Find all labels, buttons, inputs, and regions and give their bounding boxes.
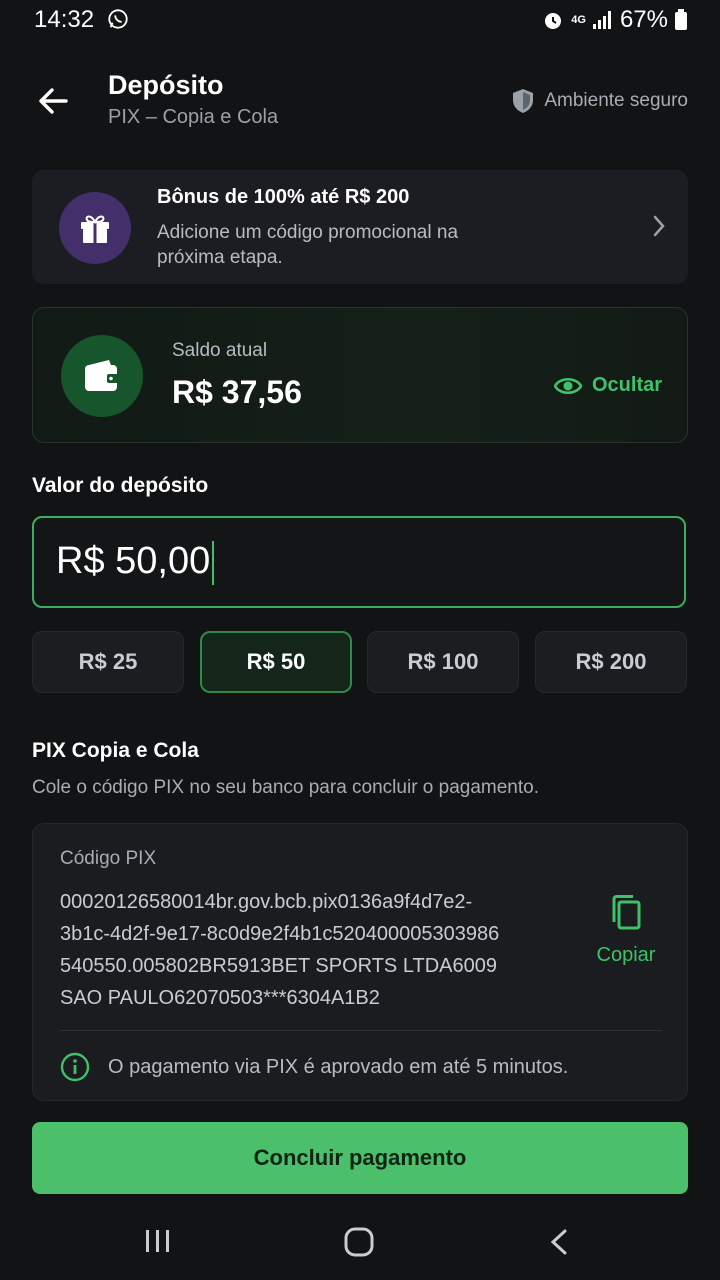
back-arrow-icon[interactable]	[34, 82, 72, 120]
balance-card: Saldo atual R$ 37,56 Ocultar	[32, 307, 688, 443]
pix-code-line: SAO PAULO62070503***6304A1B2	[60, 987, 380, 1009]
balance-label: Saldo atual	[172, 340, 268, 361]
signal-icon	[592, 11, 611, 29]
preset-chip-100[interactable]: R$ 100	[367, 631, 519, 693]
bonus-card[interactable]: Bônus de 100% até R$ 200 Adicione um cód…	[32, 170, 688, 284]
pix-code-text[interactable]: 00020126580014br.gov.bcb.pix0136a9f4d7e2…	[60, 886, 580, 1014]
deposit-amount-value: R$ 50,00	[56, 540, 215, 585]
secure-environment-badge: Ambiente seguro	[512, 88, 688, 114]
network-label: 4G	[571, 14, 586, 26]
pix-info-note: O pagamento via PIX é aprovado em até 5 …	[60, 1052, 568, 1082]
deposit-label: Valor do depósito	[32, 474, 209, 497]
deposit-amount-input[interactable]: R$ 50,00	[32, 516, 686, 608]
info-icon	[60, 1052, 90, 1082]
text-cursor	[212, 540, 215, 585]
copy-button[interactable]: Copiar	[581, 894, 671, 967]
gift-icon-circle	[59, 192, 131, 264]
balance-value: R$ 37,56	[172, 374, 302, 410]
copy-icon	[612, 895, 641, 930]
pix-section-description: Cole o código PIX no seu banco para conc…	[32, 777, 539, 798]
complete-payment-button[interactable]: Concluir pagamento	[32, 1122, 688, 1194]
copy-label: Copiar	[596, 944, 656, 966]
wallet-icon	[85, 360, 119, 391]
pix-code-line: 3b1c-4d2f-9e17-8c0d9e2f4b1c5204000053039…	[60, 923, 500, 945]
recent-apps-icon[interactable]	[143, 1228, 173, 1254]
pix-code-line: 540550.005802BR5913BET SPORTS LTDA6009	[60, 955, 497, 977]
bonus-title: Bônus de 100% até R$ 200	[157, 186, 410, 208]
whatsapp-icon	[108, 9, 128, 29]
page-subtitle: PIX – Copia e Cola	[108, 106, 279, 128]
preset-chip-200[interactable]: R$ 200	[535, 631, 687, 693]
shield-icon	[513, 89, 534, 113]
bonus-description: Adicione um código promocional na próxim…	[157, 220, 537, 270]
home-icon[interactable]	[343, 1226, 375, 1258]
pix-code-label: Código PIX	[60, 848, 157, 869]
chevron-right-icon	[653, 215, 665, 237]
bonus-description-line: Adicione um código promocional na	[157, 222, 459, 243]
pix-code-card: Código PIX 00020126580014br.gov.bcb.pix0…	[32, 823, 688, 1101]
preset-chip-50[interactable]: R$ 50	[200, 631, 352, 693]
deposit-amount-text: R$ 50,00	[56, 540, 211, 582]
divider	[60, 1030, 662, 1031]
wallet-icon-circle	[61, 335, 143, 417]
hide-balance-button[interactable]: Ocultar	[554, 374, 662, 397]
battery-percent: 67%	[619, 6, 668, 33]
pix-section-title: PIX Copia e Cola	[32, 739, 199, 762]
pix-code-line: 00020126580014br.gov.bcb.pix0136a9f4d7e2…	[60, 891, 473, 913]
status-icons: 4G 67%	[541, 6, 688, 34]
pix-info-text: O pagamento via PIX é aprovado em até 5 …	[108, 1055, 569, 1078]
status-time: 14:32	[34, 6, 95, 33]
hide-balance-label: Ocultar	[592, 374, 663, 396]
preset-chip-25[interactable]: R$ 25	[32, 631, 184, 693]
page-title: Depósito	[108, 70, 224, 100]
gift-icon	[81, 215, 109, 243]
secure-label: Ambiente seguro	[544, 90, 688, 111]
battery-icon	[675, 9, 687, 30]
alarm-icon	[545, 13, 562, 29]
nav-back-icon[interactable]	[548, 1228, 570, 1256]
eye-icon	[554, 377, 582, 394]
bonus-description-line: próxima etapa.	[157, 247, 283, 268]
